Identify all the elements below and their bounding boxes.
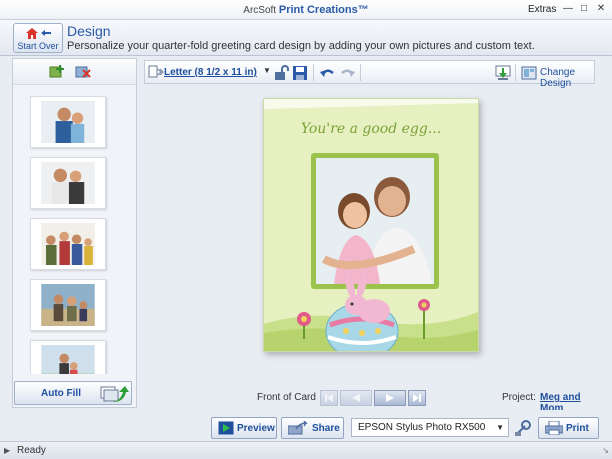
paper-size-icon [148,65,164,78]
printer-select[interactable]: EPSON Stylus Photo RX500 ▼ [351,418,509,437]
project-label: Project: [502,392,536,403]
share-label: Share [312,423,340,434]
print-label: Print [566,423,589,434]
extras-menu[interactable]: Extras [528,4,556,15]
photo-thumbnail[interactable] [30,157,106,209]
photo-tray-toolbar [13,59,136,85]
start-over-label: Start Over [17,41,59,51]
photo-tray: Auto Fill [12,58,137,408]
toolbar-separator [360,64,361,81]
toolbar-separator [515,64,516,81]
page-subtitle: Personalize your quarter-fold greeting c… [67,40,535,52]
previous-page-button[interactable] [340,390,372,406]
action-bar: Preview Share EPSON Stylus Photo RX500 ▼… [0,410,612,440]
auto-fill-label: Auto Fill [41,388,81,399]
printer-dropdown-icon[interactable]: ▼ [496,423,504,432]
printer-settings-icon[interactable] [514,419,532,437]
download-template-icon[interactable] [495,65,511,81]
step-header: Start Over Design Personalize your quart… [0,20,612,56]
family-photo-4 [41,284,95,326]
card-greeting-text[interactable]: You're a good egg... [264,121,478,137]
maximize-button[interactable]: □ [578,3,590,15]
minimize-button[interactable]: — [562,3,574,15]
last-page-icon [413,394,421,402]
card-page-label: Front of Card [257,392,316,403]
card-canvas[interactable]: You're a good egg... [263,98,479,352]
auto-fill-button[interactable]: Auto Fill [14,381,132,405]
first-page-button[interactable] [320,390,338,406]
family-photo-2 [41,162,95,204]
photo-thumbnail[interactable] [30,96,106,148]
page-title: Design [67,23,111,39]
status-text: Ready [17,445,46,456]
last-page-button[interactable] [408,390,426,406]
printer-value: EPSON Stylus Photo RX500 [358,422,486,433]
page-navigation: Front of Card Project: Meg and Mom [139,388,600,414]
preview-button[interactable]: Preview [211,417,277,439]
design-toolbar: Letter (8 1/2 x 11 in) ▼ Change Design [144,60,595,89]
thumbnail-list[interactable] [13,86,136,374]
family-photo-1 [41,101,95,143]
previous-page-icon [352,394,360,402]
preview-label: Preview [237,423,275,434]
paper-size-dropdown-icon[interactable]: ▼ [263,66,271,75]
next-page-icon [386,394,394,402]
home-back-icon [26,28,51,39]
photo-thumbnail[interactable] [30,218,106,270]
toolbar-separator [313,64,314,81]
printer-icon [545,421,563,435]
add-photo-icon[interactable] [49,64,65,80]
close-button[interactable]: ✕ [595,3,607,15]
app-name: Print Creations™ [278,4,369,16]
share-button[interactable]: Share [281,417,344,439]
start-over-button[interactable]: Start Over [13,23,63,53]
unlock-icon[interactable] [273,65,289,81]
paper-size-link[interactable]: Letter (8 1/2 x 11 in) [164,67,257,78]
photo-thumbnail[interactable] [30,340,106,374]
design-area: Letter (8 1/2 x 11 in) ▼ Change Design Y… [139,58,600,414]
first-page-icon [325,394,333,402]
preview-icon [218,421,234,435]
next-page-button[interactable] [374,390,406,406]
title-bar: ArcSoft Print Creations™ Extras — □ ✕ [0,0,612,20]
change-design-button[interactable]: Change Design [540,67,594,89]
status-bar: ▶ Ready ↘ [0,441,612,459]
save-icon[interactable] [292,65,308,81]
auto-fill-icon [100,386,129,402]
redo-icon[interactable] [340,65,356,81]
family-photo-5 [41,345,95,374]
resize-grip-icon[interactable]: ↘ [602,446,609,455]
print-button[interactable]: Print [538,417,599,439]
photo-thumbnail[interactable] [30,279,106,331]
change-design-icon[interactable] [521,65,537,81]
brand-name: ArcSoft [243,5,277,16]
family-photo-3 [41,223,95,265]
remove-photo-icon[interactable] [75,64,91,80]
window-title: ArcSoft Print Creations™ [0,4,612,16]
share-icon [288,421,308,435]
undo-icon[interactable] [319,65,335,81]
status-arrow-icon: ▶ [4,446,11,455]
